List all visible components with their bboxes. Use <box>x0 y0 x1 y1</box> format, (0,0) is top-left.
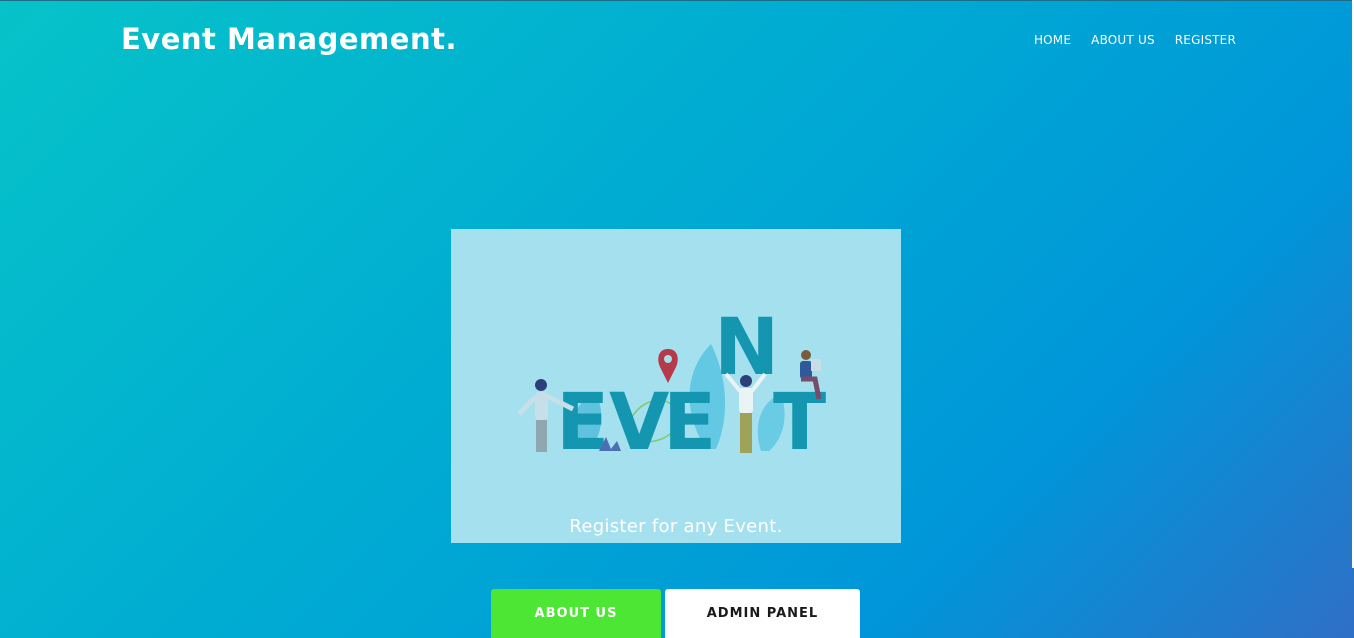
person-middle-head <box>740 375 752 387</box>
nav-register-link[interactable]: REGISTER <box>1175 33 1236 47</box>
letter-e2: E <box>663 378 716 468</box>
person-right-body <box>800 361 812 379</box>
about-us-button[interactable]: ABOUT US <box>491 589 661 638</box>
person-left-legs <box>536 420 547 452</box>
nav-about-link[interactable]: ABOUT US <box>1091 33 1155 47</box>
person-middle-legs <box>740 413 752 453</box>
person-right-head <box>801 350 811 360</box>
event-illustration: E V E N T <box>517 303 826 468</box>
admin-panel-button[interactable]: ADMIN PANEL <box>665 589 860 638</box>
person-right-laptop <box>811 359 821 371</box>
person-middle-body <box>739 388 753 413</box>
person-left-body <box>535 392 548 420</box>
hero-card: E V E N T Register for any Event. <box>451 229 901 543</box>
person-left-head <box>535 379 547 391</box>
brand-title[interactable]: Event Management. <box>121 22 457 56</box>
person-left-arm <box>517 395 537 416</box>
letter-v: V <box>609 378 669 468</box>
navbar: Event Management. HOME ABOUT US REGISTER <box>0 0 1354 80</box>
nav-home-link[interactable]: HOME <box>1034 33 1071 47</box>
location-pin-dot <box>664 355 672 363</box>
hero-tagline: Register for any Event. <box>569 516 783 537</box>
letter-e1: E <box>556 378 609 468</box>
nav-links: HOME ABOUT US REGISTER <box>1034 33 1236 47</box>
